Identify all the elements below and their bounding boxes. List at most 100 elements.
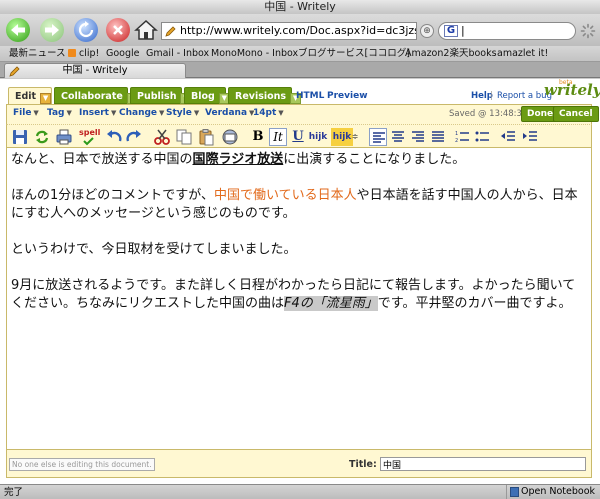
justify-button[interactable] <box>429 128 447 146</box>
editor-menubar: File ▼ Tag ▼ Insert ▼ Change ▼ Style ▼ Verdan… <box>6 104 599 124</box>
menu-font-size[interactable]: 14pt ▼ <box>253 108 284 118</box>
numbered-list-button[interactable]: 12 <box>453 128 471 146</box>
window-title: 中国 - Writely <box>0 0 600 14</box>
cancel-button[interactable]: Cancel <box>553 106 599 122</box>
print-button[interactable] <box>55 128 73 146</box>
reload-button[interactable] <box>74 18 98 42</box>
align-justify-icon <box>432 131 444 142</box>
url-text: http://www.writely.com/Doc.aspx?id=dc3jz… <box>180 24 417 37</box>
undo-icon <box>107 130 122 142</box>
indent-button[interactable] <box>521 128 539 146</box>
menu-insert[interactable]: Insert ▼ <box>79 108 116 118</box>
title-input[interactable] <box>380 457 586 471</box>
bookmark-item[interactable]: Google <box>106 47 140 61</box>
floppy-disk-icon <box>13 130 27 144</box>
paragraph: ほんの1分ほどのコメントですが、中国で働いている日本人や日本語を話す中国人の人か… <box>11 188 578 221</box>
bookmarks-bar: 最新ニュース clip! Google Gmail - Inbox MonoMo… <box>0 46 600 62</box>
google-search-icon: G <box>444 25 458 37</box>
align-center-button[interactable] <box>389 128 407 146</box>
tab-revisions[interactable]: Revisions ▼ <box>228 87 302 104</box>
menu-tag[interactable]: Tag ▼ <box>47 108 72 118</box>
preview-link[interactable]: Preview <box>327 91 368 101</box>
loading-spinner-icon <box>580 23 596 39</box>
reload-icon <box>78 21 94 38</box>
radio-link[interactable]: 国際ラジオ放送 <box>192 152 283 167</box>
highlighted-text: 中国で働いている日本人 <box>214 188 357 203</box>
spell-label: spell <box>79 128 101 137</box>
scissors-icon <box>154 129 170 145</box>
address-bar[interactable]: http://www.writely.com/Doc.aspx?id=dc3jz… <box>161 22 417 40</box>
more-formatting-icon[interactable]: ≑ <box>351 128 359 146</box>
redo-button[interactable] <box>125 128 143 146</box>
align-left-button[interactable] <box>369 128 387 146</box>
tab-label: 中国 - Writely <box>62 65 128 76</box>
highlight-button[interactable]: hijk <box>331 128 353 146</box>
tab-blog[interactable]: Blog ▼ <box>184 87 230 104</box>
tab-edit[interactable]: Edit ▼ <box>8 87 52 104</box>
tab-collaborate[interactable]: Collaborate▼ <box>54 87 138 104</box>
page-content: Edit▼ Collaborate▼ Publish▼ Blog▼ Revisi… <box>0 79 600 484</box>
bookmark-item[interactable]: Gmail - Inbox <box>146 47 209 61</box>
home-button[interactable] <box>134 19 158 41</box>
spellcheck-button[interactable]: spell <box>79 128 101 146</box>
paste-button[interactable] <box>197 128 215 146</box>
align-right-icon <box>412 131 424 142</box>
search-input-value: | <box>461 24 465 37</box>
refresh-icon <box>35 130 49 144</box>
go-button[interactable]: ⊕ <box>420 24 434 38</box>
tab-publish[interactable]: Publish▼ <box>130 87 192 104</box>
picture-icon <box>222 129 238 145</box>
status-bar: 完了 Open Notebook <box>0 484 600 499</box>
forward-button[interactable] <box>40 18 64 42</box>
stop-button[interactable] <box>106 18 130 42</box>
document-editor[interactable]: なんと、日本で放送する中国の国際ラジオ放送に出演することになりました。 ほんの1… <box>6 148 592 450</box>
status-text: 完了 <box>4 487 24 498</box>
align-right-button[interactable] <box>409 128 427 146</box>
undo-button[interactable] <box>105 128 123 146</box>
chevron-down-icon: ▼ <box>159 109 165 117</box>
bookmark-item[interactable]: amazlet it! <box>497 47 548 61</box>
html-link[interactable]: HTML <box>296 91 324 101</box>
menu-change[interactable]: Change ▼ <box>119 108 164 118</box>
editing-notice: No one else is editing this document. <box>9 458 155 471</box>
underline-button[interactable]: U <box>289 128 307 146</box>
refresh-button[interactable] <box>33 128 51 146</box>
copy-button[interactable] <box>175 128 193 146</box>
title-label: Title: <box>349 459 377 470</box>
browser-tab[interactable]: 中国 - Writely <box>4 63 186 78</box>
link-separator: | <box>490 91 493 101</box>
text-color-button[interactable]: hijk <box>307 128 329 146</box>
rss-icon <box>67 49 76 57</box>
back-button[interactable] <box>6 18 30 42</box>
image-button[interactable] <box>221 128 239 146</box>
arrow-right-icon <box>45 24 59 36</box>
svg-text:1: 1 <box>455 131 458 137</box>
save-button[interactable] <box>11 128 29 146</box>
paragraph: というわけで、今日取材を受けてしまいました。 <box>11 242 297 257</box>
menu-file[interactable]: File ▼ <box>13 108 39 118</box>
writely-logo: writely <box>544 81 600 99</box>
checkmark-icon <box>83 137 94 146</box>
clipboard-icon <box>199 129 214 146</box>
formatting-toolbar: spell B It U hijk hijk ≑ 1 2 <box>6 124 592 148</box>
open-notebook-button[interactable]: Open Notebook <box>506 485 600 499</box>
bookmark-item[interactable]: clip! <box>79 47 99 61</box>
selected-text: F4の「流星雨」 <box>284 296 378 311</box>
outdent-button[interactable] <box>499 128 517 146</box>
align-left-icon <box>373 132 385 143</box>
cut-button[interactable] <box>153 128 171 146</box>
bullet-list-button[interactable] <box>473 128 491 146</box>
bookmark-item[interactable]: ブログサービス[ココログ] <box>298 47 410 61</box>
chevron-down-icon: ▼ <box>110 109 117 117</box>
menu-font[interactable]: Verdana ▼ <box>205 108 254 118</box>
italic-button[interactable]: It <box>269 128 287 146</box>
bold-button[interactable]: B <box>249 128 267 146</box>
menu-style[interactable]: Style ▼ <box>166 108 199 118</box>
chevron-down-icon: ▼ <box>193 109 200 117</box>
numbered-list-icon: 12 <box>455 131 469 144</box>
bookmark-item[interactable]: 最新ニュース <box>9 47 76 61</box>
bookmark-item[interactable]: MonoMono - Inbox <box>211 47 298 61</box>
bookmark-item[interactable]: Amazon2楽天books <box>405 47 497 61</box>
search-field[interactable]: G | <box>438 22 576 40</box>
home-icon <box>134 19 158 40</box>
